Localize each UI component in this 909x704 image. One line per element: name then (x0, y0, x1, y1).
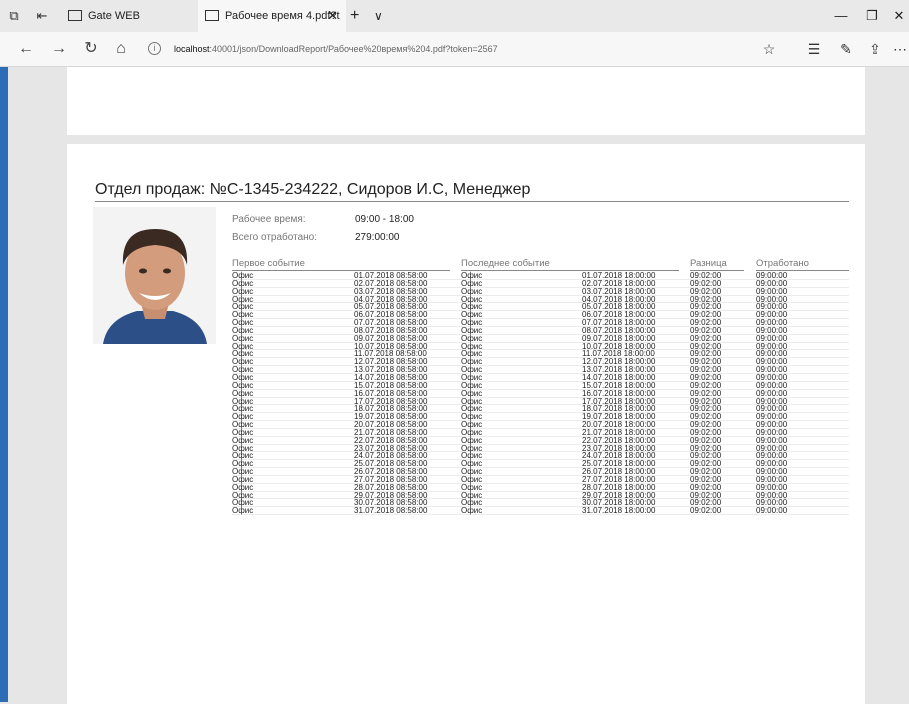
url-text[interactable]: localhost:40001/json/DownloadReport/Рабо… (174, 36, 498, 62)
page-icon (68, 9, 82, 21)
set-aside-tabs-icon[interactable]: ⇤ (34, 8, 50, 24)
column-header-worked: Отработано (756, 258, 809, 269)
column-header-first-event: Первое событие (232, 258, 305, 269)
tab-actions-icon[interactable]: ⧉ (6, 8, 22, 24)
chevron-down-icon[interactable]: ∨ (374, 0, 383, 32)
url-host: localhost (174, 44, 210, 54)
last-event-place: Офис (461, 506, 483, 516)
table-row: Офис 31.07.2018 08:58:00 Офис 31.07.2018 18… (232, 506, 849, 516)
work-time-label: Рабочее время: (232, 214, 306, 225)
scrollbar-track[interactable] (866, 67, 909, 702)
first-event-time: 31.07.2018 08:58:00 (354, 506, 428, 516)
worked-value: 09:00:00 (756, 506, 788, 516)
column-header-difference: Разница (690, 258, 727, 269)
tab-label: Gate WEB (88, 10, 140, 22)
title-bar: ⧉ ⇤ Gate WEB Рабочее время 4.pdf?t ✕ + ∨… (0, 0, 909, 32)
new-tab-icon[interactable]: + (350, 0, 359, 32)
total-worked-label: Всего отработано: (232, 232, 318, 243)
pen-icon[interactable]: ✎ (835, 32, 857, 66)
pdf-page (67, 67, 865, 135)
info-icon[interactable]: i (148, 42, 161, 55)
url-field[interactable]: i localhost:40001/json/DownloadReport/Ра… (148, 36, 758, 62)
minimize-button[interactable]: — (828, 0, 854, 32)
report-table-body: Офис 01.07.2018 08:58:00 Офис 01.07.2018 18… (232, 272, 849, 516)
refresh-icon[interactable]: ↻ (80, 32, 102, 66)
report-title: Отдел продаж: №С-1345-234222, Сидоров И.… (95, 181, 531, 198)
last-event-time: 31.07.2018 18:00:00 (582, 506, 656, 516)
page-icon (205, 9, 219, 21)
close-window-button[interactable]: ✕ (886, 0, 909, 32)
work-time-value: 09:00 - 18:00 (355, 214, 414, 225)
home-icon[interactable]: ⌂ (110, 32, 132, 66)
total-worked-value: 279:00:00 (355, 232, 400, 243)
url-path: :40001/json/DownloadReport/Рабочее%20вре… (209, 44, 498, 54)
browser-chrome: ⧉ ⇤ Gate WEB Рабочее время 4.pdf?t ✕ + ∨… (0, 0, 909, 67)
favorite-star-icon[interactable]: ☆ (758, 32, 780, 66)
forward-arrow-icon[interactable]: → (48, 32, 70, 66)
divider (95, 201, 849, 202)
favorites-list-icon[interactable]: ☰ (803, 32, 825, 66)
tab-gate-web[interactable]: Gate WEB (62, 0, 198, 32)
employee-photo (93, 207, 216, 344)
close-tab-icon[interactable]: ✕ (327, 0, 338, 32)
first-event-place: Офис (232, 506, 254, 516)
restore-button[interactable]: ❐ (859, 0, 885, 32)
pdf-page: Отдел продаж: №С-1345-234222, Сидоров И.… (67, 144, 865, 704)
back-arrow-icon[interactable]: ← (15, 32, 37, 66)
tab-report[interactable]: Рабочее время 4.pdf?t ✕ (198, 0, 346, 32)
window-border (0, 67, 8, 702)
difference-value: 09:02:00 (690, 506, 722, 516)
share-icon[interactable]: ⇪ (864, 32, 886, 66)
more-icon[interactable]: ⋯ (889, 32, 909, 66)
tab-label: Рабочее время 4.pdf?t (225, 10, 340, 22)
address-bar: ← → ↻ ⌂ i localhost:40001/json/DownloadR… (0, 32, 909, 67)
column-header-last-event: Последнее событие (461, 258, 550, 269)
pdf-viewport[interactable]: Отдел продаж: №С-1345-234222, Сидоров И.… (8, 67, 909, 704)
